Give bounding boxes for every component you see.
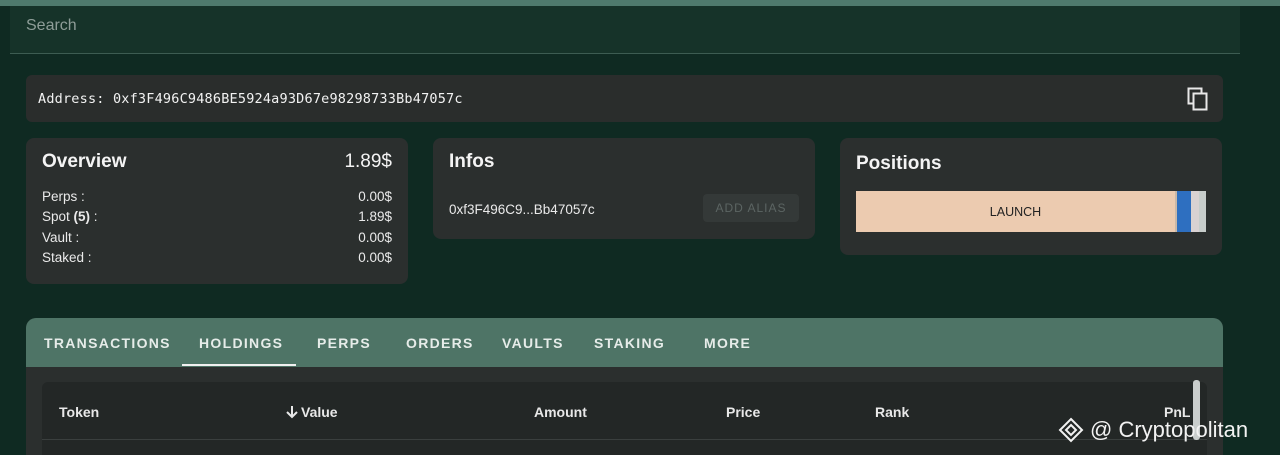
- tabs-card: TRANSACTIONS HOLDINGS PERPS ORDERS VAULT…: [26, 318, 1223, 455]
- diamond-logo-icon: [1058, 417, 1084, 443]
- spot-count: (5): [73, 209, 91, 224]
- search-input[interactable]: Search: [10, 6, 1240, 54]
- row-value: 0.00$: [358, 230, 392, 245]
- watermark-text: @ Cryptopolitan: [1090, 417, 1249, 442]
- overview-total: 1.89$: [344, 151, 392, 172]
- tab-more[interactable]: MORE: [704, 335, 751, 351]
- position-segment-blue[interactable]: [1177, 191, 1191, 232]
- tab-perps[interactable]: PERPS: [317, 335, 371, 351]
- add-alias-button[interactable]: ADD ALIAS: [703, 194, 799, 222]
- tab-transactions[interactable]: TRANSACTIONS: [44, 335, 171, 351]
- tab-holdings[interactable]: HOLDINGS: [199, 335, 283, 351]
- column-header-value-label: Value: [301, 404, 338, 420]
- infos-title: Infos: [449, 151, 495, 172]
- column-header-rank[interactable]: Rank: [875, 404, 909, 420]
- column-header-token[interactable]: Token: [59, 404, 99, 420]
- column-header-value[interactable]: Value: [285, 404, 338, 420]
- positions-title: Positions: [856, 153, 942, 174]
- row-value: 1.89$: [358, 209, 392, 224]
- overview-card: Overview 1.89$ Perps : 0.00$ Spot (5) : …: [26, 138, 408, 284]
- row-label: Vault :: [42, 230, 80, 245]
- header-divider: [42, 439, 1207, 440]
- column-header-price[interactable]: Price: [726, 404, 760, 420]
- position-launch-segment[interactable]: LAUNCH: [856, 191, 1175, 232]
- copy-icon[interactable]: [1187, 87, 1209, 111]
- tab-orders[interactable]: ORDERS: [406, 335, 474, 351]
- column-header-amount[interactable]: Amount: [534, 404, 587, 420]
- positions-bar: LAUNCH: [856, 191, 1206, 232]
- arrow-down-icon: [286, 406, 298, 419]
- row-label-suffix: :: [90, 209, 98, 224]
- row-value: 0.00$: [358, 250, 392, 265]
- overview-title: Overview: [42, 151, 127, 172]
- holdings-table: Token Value Amount Price Rank PnL: [42, 382, 1207, 455]
- overview-row-perps: Perps : 0.00$: [42, 189, 392, 204]
- overview-row-vault: Vault : 0.00$: [42, 230, 392, 245]
- infos-card: Infos 0xf3F496C9...Bb47057c ADD ALIAS: [433, 138, 815, 239]
- tab-strip: TRANSACTIONS HOLDINGS PERPS ORDERS VAULT…: [26, 318, 1223, 367]
- address-panel: Address: 0xf3F496C9486BE5924a93D67e98298…: [26, 75, 1223, 122]
- row-label: Staked :: [42, 250, 92, 265]
- active-tab-indicator: [182, 364, 296, 366]
- watermark: @ Cryptopolitan: [1058, 417, 1248, 443]
- search-placeholder: Search: [26, 17, 77, 34]
- short-address: 0xf3F496C9...Bb47057c: [449, 202, 595, 217]
- position-launch-label: LAUNCH: [989, 204, 1042, 219]
- overview-row-staked: Staked : 0.00$: [42, 250, 392, 265]
- position-segment-light[interactable]: [1191, 191, 1199, 232]
- address-label: Address: 0xf3F496C9486BE5924a93D67e98298…: [38, 91, 463, 107]
- tab-vaults[interactable]: VAULTS: [502, 335, 564, 351]
- overview-row-spot: Spot (5) : 1.89$: [42, 209, 392, 224]
- row-label: Perps :: [42, 189, 85, 204]
- positions-card: Positions LAUNCH: [840, 138, 1222, 255]
- row-value: 0.00$: [358, 189, 392, 204]
- row-label-prefix: Spot: [42, 209, 74, 224]
- position-segment-grey[interactable]: [1199, 191, 1206, 232]
- tab-staking[interactable]: STAKING: [594, 335, 665, 351]
